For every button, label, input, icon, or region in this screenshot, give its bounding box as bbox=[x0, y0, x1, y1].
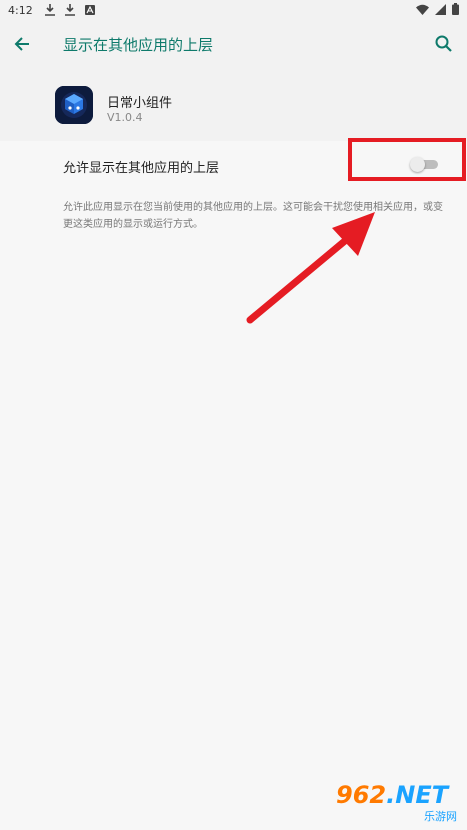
battery-icon bbox=[452, 3, 459, 18]
watermark-site-name: 乐游网 bbox=[424, 810, 457, 823]
permission-label: 允许显示在其他应用的上层 bbox=[63, 161, 220, 176]
page-title: 显示在其他应用的上层 bbox=[63, 36, 214, 54]
app-bar: 显示在其他应用的上层 bbox=[0, 20, 467, 68]
red-arrow-annotation bbox=[246, 212, 375, 324]
app-icon bbox=[55, 86, 93, 124]
download-icon bbox=[63, 3, 77, 17]
watermark-net: .NET bbox=[386, 781, 449, 809]
app-notification-icon bbox=[83, 3, 97, 17]
watermark-number: 962 bbox=[336, 781, 387, 809]
wifi-icon bbox=[416, 4, 429, 18]
back-button[interactable] bbox=[12, 33, 34, 55]
app-version: V1.0.4 bbox=[107, 111, 143, 124]
screen: 4:12 显示在其他应用的上层 日常小组件 V1.0.4 允许显示在其他应用的上… bbox=[0, 0, 467, 830]
search-button[interactable] bbox=[433, 33, 455, 55]
app-name: 日常小组件 bbox=[107, 96, 173, 111]
back-arrow-icon bbox=[14, 37, 29, 51]
status-right-icons bbox=[416, 3, 459, 18]
search-icon bbox=[435, 35, 452, 52]
watermark-logo: 962.NET 乐游网 bbox=[336, 782, 461, 828]
app-info-header: 日常小组件 V1.0.4 bbox=[0, 68, 467, 141]
download-icon bbox=[43, 3, 57, 17]
status-bar: 4:12 bbox=[0, 0, 467, 20]
signal-icon bbox=[435, 3, 446, 18]
highlight-box bbox=[348, 138, 466, 181]
status-time: 4:12 bbox=[8, 3, 33, 17]
